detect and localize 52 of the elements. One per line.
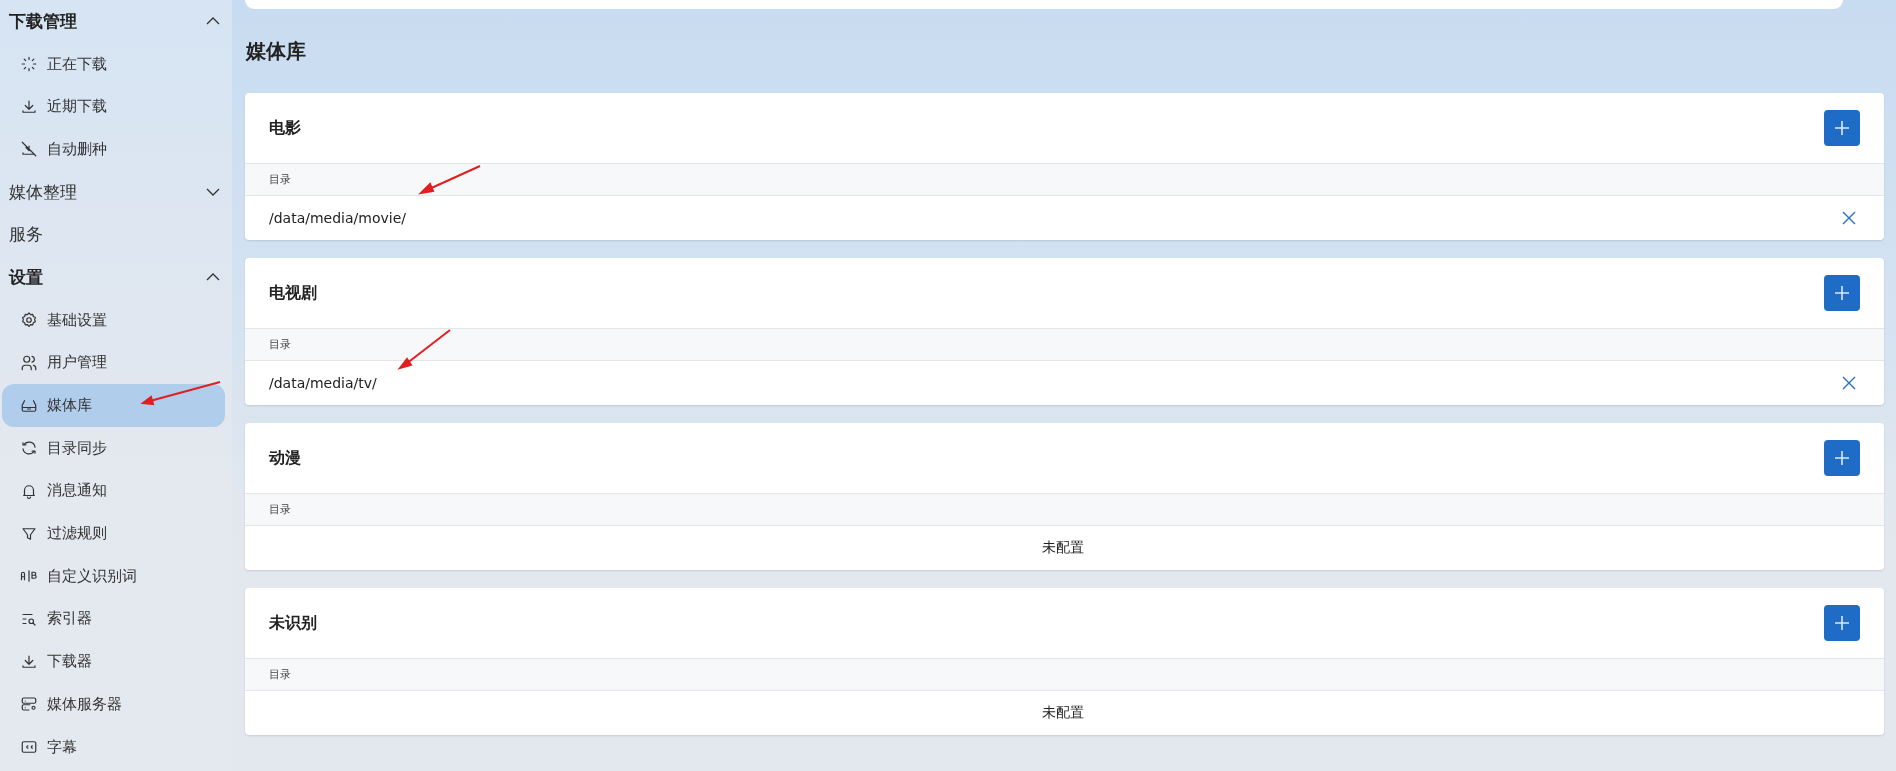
empty-message: 未配置 [1041, 539, 1084, 557]
add-button[interactable] [1824, 110, 1860, 146]
card-title: 未识别 [269, 612, 317, 634]
sidebar-item[interactable]: 近期下载 [2, 85, 225, 129]
page-title: 媒体库 [245, 37, 307, 65]
plus-icon [1832, 118, 1852, 138]
column-header: 目录 [269, 337, 291, 352]
sidebar-item[interactable]: 字幕 [2, 725, 225, 769]
chevron-icon [206, 17, 220, 26]
plus-icon [1832, 613, 1852, 633]
card-title: 电影 [269, 117, 301, 139]
empty-message: 未配置 [1041, 704, 1084, 722]
table-cell: /data/media/movie/ [269, 210, 406, 226]
chevron-icon [206, 273, 220, 282]
server-icon [20, 695, 38, 714]
card-title: 动漫 [269, 447, 301, 469]
chevron-icon [206, 188, 220, 197]
sidebar-item[interactable]: 服务 [0, 213, 232, 257]
sidebar-item[interactable]: 过滤规则 [2, 512, 225, 555]
sidebar-item[interactable]: 索引器 [2, 597, 225, 641]
column-header: 目录 [269, 172, 291, 187]
sidebar-item[interactable]: 基础设置 [2, 298, 225, 342]
sidebar-item[interactable]: 目录同步 [2, 426, 225, 470]
column-header: 目录 [269, 667, 291, 682]
plus-icon [1832, 448, 1852, 468]
sidebar-group[interactable]: 设置 [0, 256, 232, 299]
table-cell: /data/media/tv/ [269, 375, 377, 391]
settings-icon [20, 311, 38, 330]
card-title: 电视剧 [269, 282, 317, 304]
sidebar-item[interactable]: 自动删种 [2, 128, 225, 171]
sidebar-item[interactable]: 媒体库 [2, 384, 225, 427]
sidebar-group[interactable]: 媒体整理 [0, 170, 232, 214]
add-button[interactable] [1824, 275, 1860, 311]
add-button[interactable] [1824, 440, 1860, 476]
loading-icon [20, 55, 38, 74]
close-icon[interactable] [1842, 376, 1856, 390]
add-button[interactable] [1824, 605, 1860, 641]
sidebar-item[interactable]: 正在下载 [2, 42, 225, 86]
close-icon[interactable] [1842, 211, 1856, 225]
column-header: 目录 [269, 502, 291, 517]
plus-icon [1832, 283, 1852, 303]
sidebar-item[interactable]: 消息通知 [2, 469, 225, 513]
sidebar-item[interactable]: 下载器 [2, 640, 225, 683]
sync-icon [20, 439, 38, 458]
annotation-arrow [397, 329, 451, 370]
sidebar-item[interactable]: 媒体服务器 [2, 683, 225, 726]
download-off-icon [20, 140, 38, 159]
sidebar-group[interactable]: 下载管理 [0, 0, 232, 43]
sidebar-item[interactable]: 用户管理 [2, 341, 225, 385]
annotation-arrow [418, 165, 481, 195]
users-icon [20, 353, 38, 372]
sidebar-item[interactable]: 自定义识别词 [2, 554, 225, 598]
